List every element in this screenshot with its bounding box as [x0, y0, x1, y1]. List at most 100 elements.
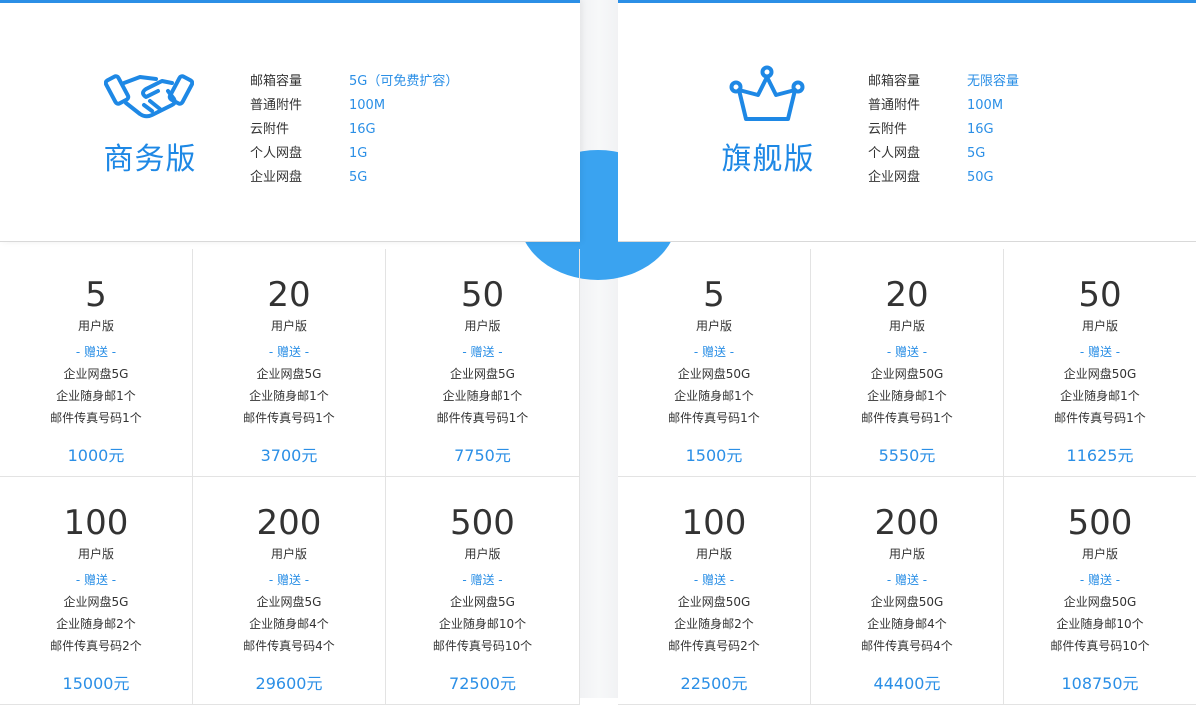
gift-item: 企业随身邮2个	[56, 617, 136, 631]
spec-row: 个人网盘 1G	[250, 142, 458, 166]
gift-item: 邮件传真号码10个	[432, 639, 533, 653]
gift-item: 企业随身邮1个	[442, 389, 523, 403]
gift-label: - 赠送 -	[75, 345, 117, 359]
tier-card[interactable]: 500 用户版 - 赠送 - 企业网盘5G 企业随身邮10个 邮件传真号码10个…	[386, 477, 580, 705]
user-count: 5	[703, 275, 725, 315]
spec-value: 5G	[349, 170, 368, 185]
spec-label: 普通附件	[250, 98, 303, 113]
price: 44400元	[873, 674, 941, 693]
price: 15000元	[62, 674, 130, 693]
edition-label: 用户版	[464, 319, 501, 333]
user-count: 500	[450, 503, 515, 543]
plan-title: 商务版	[103, 142, 197, 177]
user-count: 200	[256, 503, 322, 543]
spec-label: 个人网盘	[868, 146, 921, 161]
spec-value: 100M	[349, 98, 386, 113]
spec-label: 普通附件	[868, 98, 921, 113]
edition-label: 用户版	[888, 547, 925, 561]
edition-label: 用户版	[77, 319, 114, 333]
price: 7750元	[454, 446, 511, 465]
spec-row: 个人网盘 5G	[868, 142, 1019, 166]
gift-item: 企业随身邮1个	[56, 389, 136, 403]
gift-item: 邮件传真号码1个	[436, 411, 529, 425]
gift-item: 企业随身邮1个	[867, 389, 947, 403]
edition-label: 用户版	[464, 547, 501, 561]
gift-item: 邮件传真号码4个	[243, 639, 335, 653]
spec-label: 邮箱容量	[868, 74, 921, 89]
spec-value: 无限容量	[967, 74, 1020, 89]
gift-item: 企业网盘5G	[256, 367, 322, 381]
gift-item: 企业网盘50G	[677, 595, 751, 609]
user-count: 5	[85, 275, 107, 315]
spec-value: 100M	[967, 98, 1004, 113]
gift-item: 邮件传真号码1个	[861, 411, 953, 425]
spec-value: 50G	[967, 170, 994, 185]
spec-row: 云附件 16G	[250, 118, 458, 142]
gift-item: 企业网盘50G	[677, 367, 751, 381]
plan-panel-flagship: 旗舰版 邮箱容量 无限容量 普通附件 100M 云附件 16G 个人网盘 5G 企业网盘…	[618, 0, 1196, 705]
tier-card[interactable]: 20 用户版 - 赠送 - 企业网盘50G 企业随身邮1个 邮件传真号码1个 5…	[811, 249, 1004, 477]
gift-item: 企业随身邮2个	[674, 617, 754, 631]
tier-card[interactable]: 50 用户版 - 赠送 - 企业网盘5G 企业随身邮1个 邮件传真号码1个 77…	[386, 249, 580, 477]
gift-item: 邮件传真号码1个	[1054, 411, 1146, 425]
user-count: 50	[1078, 275, 1122, 315]
gift-item: 企业随身邮10个	[438, 617, 527, 631]
gift-item: 企业随身邮1个	[1060, 389, 1140, 403]
gift-item: 企业网盘50G	[870, 595, 944, 609]
panel-gap	[580, 0, 618, 698]
spec-value: 1G	[349, 146, 368, 161]
plan-header: 商务版 邮箱容量 5G（可免费扩容） 普通附件 100M 云附件 16G 个人网盘 1G…	[0, 0, 580, 242]
gift-item: 企业网盘5G	[450, 595, 515, 609]
price: 108750元	[1061, 674, 1139, 693]
user-count: 20	[267, 275, 311, 315]
gift-item: 企业网盘5G	[63, 595, 129, 609]
gift-item: 邮件传真号码1个	[243, 411, 335, 425]
edition-label: 用户版	[270, 547, 307, 561]
gift-item: 邮件传真号码1个	[668, 411, 760, 425]
tier-card[interactable]: 200 用户版 - 赠送 - 企业网盘5G 企业随身邮4个 邮件传真号码4个 2…	[193, 477, 386, 705]
price: 29600元	[255, 674, 323, 693]
tier-card[interactable]: 20 用户版 - 赠送 - 企业网盘5G 企业随身邮1个 邮件传真号码1个 37…	[193, 249, 386, 477]
price: 5550元	[878, 446, 936, 465]
gift-label: - 赠送 -	[462, 345, 503, 359]
gift-item: 企业随身邮4个	[867, 617, 947, 631]
plan-panel-business: 商务版 邮箱容量 5G（可免费扩容） 普通附件 100M 云附件 16G 个人网盘 1G…	[0, 0, 580, 705]
tier-card[interactable]: 100 用户版 - 赠送 - 企业网盘50G 企业随身邮2个 邮件传真号码2个 …	[618, 477, 811, 705]
user-count: 500	[1067, 503, 1133, 543]
gift-label: - 赠送 -	[886, 573, 928, 587]
spec-row: 普通附件 100M	[868, 94, 1019, 118]
handshake-icon	[104, 74, 194, 119]
tier-card[interactable]: 200 用户版 - 赠送 - 企业网盘50G 企业随身邮4个 邮件传真号码4个 …	[811, 477, 1004, 705]
spec-label: 邮箱容量	[250, 74, 303, 89]
price: 1500元	[685, 446, 743, 465]
spec-value: 5G（可免费扩容）	[349, 74, 459, 89]
tier-card[interactable]: 5 用户版 - 赠送 - 企业网盘50G 企业随身邮1个 邮件传真号码1个 15…	[618, 249, 811, 477]
gift-item: 企业网盘5G	[63, 367, 129, 381]
tier-grid: 5 用户版 - 赠送 - 企业网盘50G 企业随身邮1个 邮件传真号码1个 15…	[618, 249, 1196, 705]
price: 22500元	[680, 674, 748, 693]
edition-label: 用户版	[1081, 547, 1118, 561]
spec-label: 云附件	[868, 122, 908, 137]
spec-value: 16G	[349, 122, 376, 137]
spec-value: 5G	[967, 146, 986, 161]
gift-item: 企业网盘50G	[1063, 367, 1137, 381]
crown-icon	[729, 65, 805, 121]
gift-item: 企业随身邮4个	[249, 617, 329, 631]
gift-item: 邮件传真号码4个	[861, 639, 953, 653]
tier-card[interactable]: 5 用户版 - 赠送 - 企业网盘5G 企业随身邮1个 邮件传真号码1个 100…	[0, 249, 193, 477]
gift-item: 企业网盘5G	[256, 595, 322, 609]
gift-item: 邮件传真号码1个	[50, 411, 142, 425]
edition-label: 用户版	[270, 319, 307, 333]
edition-label: 用户版	[77, 547, 114, 561]
tier-card[interactable]: 500 用户版 - 赠送 - 企业网盘50G 企业随身邮10个 邮件传真号码10…	[1004, 477, 1196, 705]
tier-card[interactable]: 100 用户版 - 赠送 - 企业网盘5G 企业随身邮2个 邮件传真号码2个 1…	[0, 477, 193, 705]
spec-label: 企业网盘	[868, 170, 921, 185]
plan-title: 旗舰版	[721, 142, 815, 177]
tier-card[interactable]: 50 用户版 - 赠送 - 企业网盘50G 企业随身邮1个 邮件传真号码1个 1…	[1004, 249, 1196, 477]
spec-list: 邮箱容量 无限容量 普通附件 100M 云附件 16G 个人网盘 5G 企业网盘 50G	[868, 70, 1019, 190]
user-count: 200	[874, 503, 940, 543]
gift-label: - 赠送 -	[268, 345, 310, 359]
gift-label: - 赠送 -	[268, 573, 310, 587]
spec-row: 云附件 16G	[868, 118, 1019, 142]
spec-value: 16G	[967, 122, 994, 137]
